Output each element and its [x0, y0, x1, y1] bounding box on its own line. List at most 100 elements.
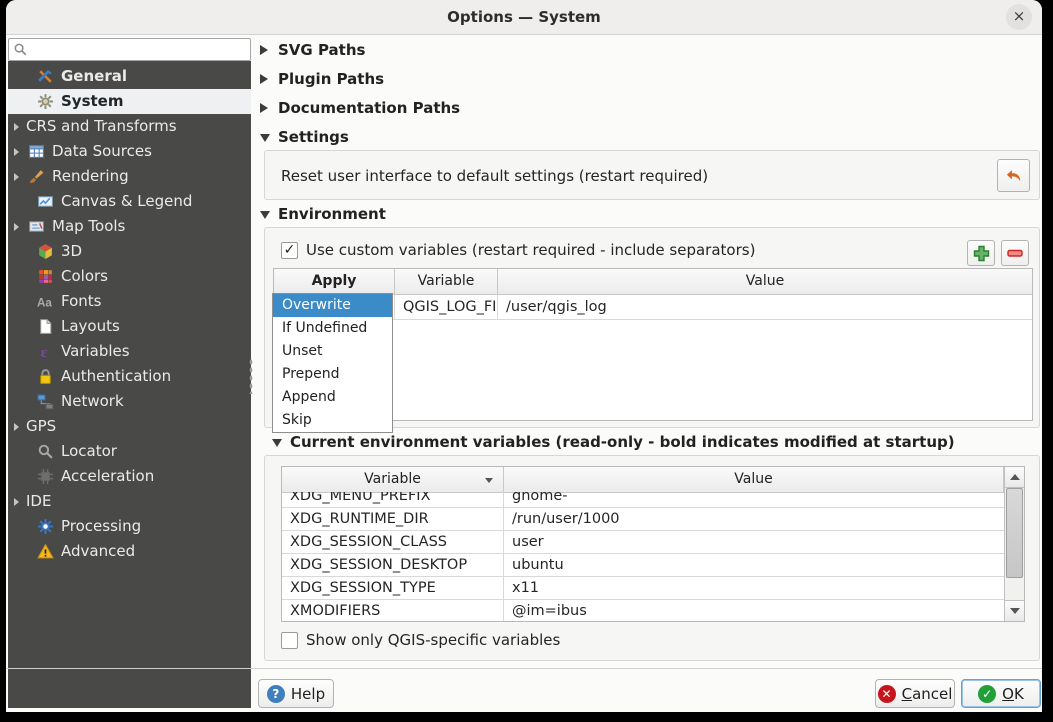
- current-env-frame: Variable Value XDG_MENU_PREFIX gnome- XD…: [264, 455, 1040, 661]
- dropdown-option-if-undefined[interactable]: If Undefined: [273, 317, 392, 340]
- data-sources-icon: [28, 143, 45, 160]
- ok-button[interactable]: ✓ OK: [961, 679, 1041, 708]
- close-button[interactable]: ×: [1006, 4, 1032, 30]
- dropdown-option-prepend[interactable]: Prepend: [273, 363, 392, 386]
- column-header-variable[interactable]: Variable: [395, 269, 498, 295]
- splitter-handle[interactable]: [249, 358, 253, 394]
- table-row[interactable]: XDG_SESSION_DESKTOP ubuntu: [282, 554, 1004, 577]
- sidebar-item-network[interactable]: Network: [8, 389, 251, 414]
- table-row[interactable]: XMODIFIERS @im=ibus: [282, 600, 1004, 621]
- sidebar-item-processing[interactable]: Processing: [8, 514, 251, 539]
- add-variable-button[interactable]: [967, 240, 995, 266]
- sidebar-item-system[interactable]: System: [8, 89, 251, 114]
- sidebar-item-acceleration[interactable]: Acceleration: [8, 464, 251, 489]
- settings-frame: Reset user interface to default settings…: [264, 150, 1040, 200]
- down-arrow-icon: [1010, 608, 1020, 614]
- sidebar-item-variables[interactable]: ε Variables: [8, 339, 251, 364]
- value-cell[interactable]: /user/qgis_log: [498, 295, 1032, 319]
- sidebar-item-data-sources[interactable]: Data Sources: [8, 139, 251, 164]
- expand-arrow-icon[interactable]: [14, 148, 19, 156]
- section-documentation-paths[interactable]: Documentation Paths: [260, 99, 460, 117]
- help-button[interactable]: ? Help: [258, 679, 334, 708]
- sidebar-item-authentication[interactable]: Authentication: [8, 364, 251, 389]
- sidebar-item-colors[interactable]: Colors: [8, 264, 251, 289]
- sidebar-item-label: Authentication: [61, 364, 171, 389]
- canvas-legend-icon: [37, 193, 54, 210]
- expand-arrow-icon[interactable]: [14, 423, 19, 431]
- plus-icon: [973, 245, 990, 262]
- expand-arrow-icon[interactable]: [14, 223, 19, 231]
- sidebar-item-canvas-legend[interactable]: Canvas & Legend: [8, 189, 251, 214]
- table-row[interactable]: XDG_SESSION_TYPE x11: [282, 577, 1004, 600]
- acceleration-chip-icon: [37, 468, 54, 485]
- sidebar-item-general[interactable]: General: [8, 64, 251, 89]
- expand-arrow-icon[interactable]: [14, 498, 19, 506]
- show-only-qgis-checkbox[interactable]: ✓: [281, 632, 298, 649]
- sidebar-item-label: Fonts: [61, 289, 101, 314]
- locator-magnifier-icon: [37, 443, 54, 460]
- reset-ui-button[interactable]: [997, 159, 1030, 192]
- section-current-env[interactable]: Current environment variables (read-only…: [272, 433, 955, 451]
- scroll-down-button[interactable]: [1005, 600, 1024, 621]
- variable-cell[interactable]: QGIS_LOG_FILE: [395, 295, 498, 319]
- column-header-apply[interactable]: Apply: [274, 269, 395, 295]
- titlebar[interactable]: Options — System ×: [6, 0, 1042, 35]
- sidebar-item-layouts[interactable]: Layouts: [8, 314, 251, 339]
- apply-dropdown-list: Overwrite If Undefined Unset Prepend App…: [272, 293, 393, 433]
- dropdown-option-unset[interactable]: Unset: [273, 340, 392, 363]
- expanded-arrow-icon: [260, 211, 270, 219]
- sidebar-item-fonts[interactable]: Aa Fonts: [8, 289, 251, 314]
- help-icon: ?: [267, 685, 285, 703]
- variables-epsilon-icon: ε: [37, 343, 54, 360]
- scrollbar-thumb[interactable]: [1006, 488, 1023, 578]
- remove-variable-button[interactable]: [1001, 240, 1029, 266]
- layouts-icon: [37, 318, 54, 335]
- sidebar-item-label: Locator: [61, 439, 117, 464]
- column-header-variable[interactable]: Variable: [282, 467, 504, 493]
- sidebar-item-3d[interactable]: 3D: [8, 239, 251, 264]
- sort-descending-icon: [485, 478, 493, 483]
- section-svg-paths[interactable]: SVG Paths: [260, 41, 365, 59]
- sidebar-item-label: CRS and Transforms: [26, 114, 177, 139]
- scroll-up-button[interactable]: [1005, 467, 1024, 488]
- collapsed-arrow-icon: [260, 103, 268, 113]
- use-custom-variables-checkbox[interactable]: ✓: [281, 242, 298, 259]
- undo-arrow-icon: [1004, 166, 1024, 186]
- sidebar-item-rendering[interactable]: Rendering: [8, 164, 251, 189]
- show-only-qgis-label: Show only QGIS-specific variables: [306, 631, 560, 649]
- sidebar-item-crs-and-transforms[interactable]: CRS and Transforms: [8, 114, 251, 139]
- sidebar-item-advanced[interactable]: Advanced: [8, 539, 251, 564]
- ok-button-label: OK: [1002, 685, 1024, 703]
- table-row[interactable]: XDG_MENU_PREFIX gnome-: [282, 492, 1004, 508]
- sidebar-search[interactable]: [8, 38, 251, 61]
- cancel-button[interactable]: ✕ Cancel: [875, 679, 955, 708]
- column-header-value[interactable]: Value: [504, 467, 1004, 493]
- sidebar-item-map-tools[interactable]: Map Tools: [8, 214, 251, 239]
- table-row[interactable]: XDG_RUNTIME_DIR /run/user/1000: [282, 508, 1004, 531]
- sidebar-item-label: Layouts: [61, 314, 120, 339]
- search-input[interactable]: [28, 40, 246, 60]
- sidebar-item-locator[interactable]: Locator: [8, 439, 251, 464]
- expand-arrow-icon[interactable]: [14, 173, 19, 181]
- sidebar-item-ide[interactable]: IDE: [8, 489, 251, 514]
- current-env-rows: XDG_MENU_PREFIX gnome- XDG_RUNTIME_DIR /…: [282, 492, 1004, 621]
- sidebar-item-label: Network: [61, 389, 124, 414]
- section-settings[interactable]: Settings: [260, 128, 349, 146]
- dropdown-option-skip[interactable]: Skip: [273, 409, 392, 432]
- table-row[interactable]: XDG_SESSION_CLASS user: [282, 531, 1004, 554]
- map-tools-icon: [28, 218, 45, 235]
- expand-arrow-icon[interactable]: [14, 123, 19, 131]
- section-plugin-paths[interactable]: Plugin Paths: [260, 70, 384, 88]
- dropdown-option-overwrite[interactable]: Overwrite: [273, 294, 392, 317]
- minus-icon: [1006, 244, 1024, 262]
- sidebar-item-label: System: [61, 89, 123, 114]
- network-icon: [37, 393, 54, 410]
- window-title: Options — System: [6, 0, 1042, 34]
- section-environment[interactable]: Environment: [260, 205, 386, 223]
- svg-text:Aa: Aa: [37, 296, 52, 309]
- column-header-value[interactable]: Value: [498, 269, 1032, 295]
- sidebar-item-label: Variables: [61, 339, 130, 364]
- vertical-scrollbar[interactable]: [1004, 467, 1024, 621]
- dropdown-option-append[interactable]: Append: [273, 386, 392, 409]
- sidebar-item-gps[interactable]: GPS: [8, 414, 251, 439]
